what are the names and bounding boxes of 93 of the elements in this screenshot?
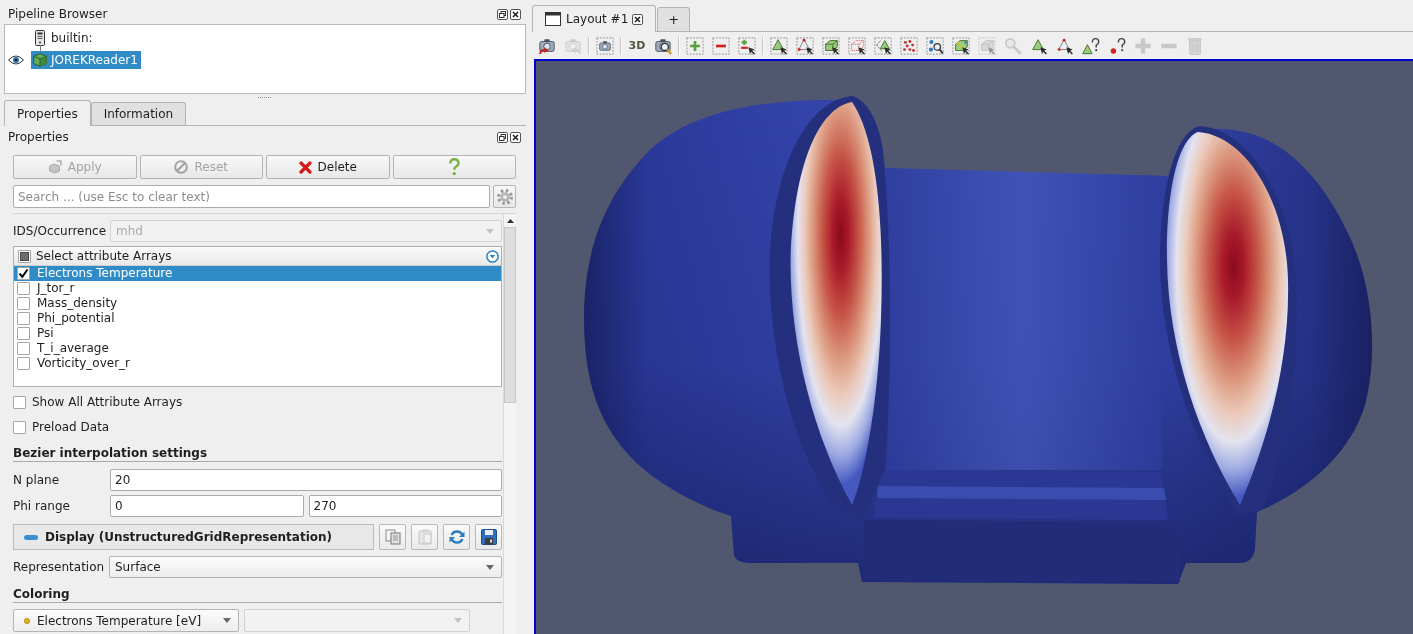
caret-icon [486, 228, 494, 234]
dots-icon[interactable] [900, 36, 918, 55]
triangle-pointer-icon[interactable] [1030, 36, 1048, 55]
gear-icon [496, 188, 513, 205]
caret-icon [223, 618, 231, 623]
section-heading: Coloring [13, 587, 70, 601]
save-icon [480, 529, 497, 545]
help-icon [448, 158, 461, 176]
view-mode-button[interactable]: 3D [625, 33, 649, 58]
representation-dropdown[interactable]: Surface [109, 556, 502, 578]
section-heading: Bezier interpolation settings [13, 446, 208, 460]
tab[interactable]: Information [90, 102, 187, 125]
apply-icon [47, 160, 62, 174]
circle-down-icon[interactable] [486, 249, 499, 263]
dot-icon [24, 617, 30, 624]
dash-icon [24, 534, 38, 540]
box-pointer-icon[interactable] [822, 36, 840, 55]
dots-magnifier-icon[interactable] [926, 36, 944, 55]
search-field[interactable]: Search ... (use Esc to clear text) [13, 185, 490, 208]
array-item[interactable]: Vorticity_over_r [14, 356, 501, 371]
camera-magnifier-icon[interactable] [654, 36, 672, 55]
close-icon[interactable] [510, 131, 521, 143]
clipboard-icon [416, 529, 433, 545]
float-icon[interactable] [497, 8, 508, 20]
cube-icon [33, 53, 47, 67]
triangle-pointer-icon[interactable] [770, 36, 788, 55]
checkbox[interactable] [17, 267, 30, 280]
close-icon[interactable] [510, 8, 521, 20]
copy-icon [384, 529, 401, 545]
field-label: N plane [13, 473, 61, 487]
checkbox[interactable] [18, 249, 31, 263]
reload-button[interactable] [443, 524, 470, 550]
coloring-dropdown[interactable]: Electrons Temperature [eV] [13, 609, 239, 632]
box-points-icon[interactable] [952, 36, 970, 55]
checkbox[interactable] [17, 327, 30, 340]
array-item[interactable]: Electrons Temperature [14, 266, 501, 281]
vertices-pointer-icon[interactable] [796, 36, 814, 55]
dot-question-icon[interactable] [1108, 36, 1126, 55]
checkbox[interactable] [17, 297, 30, 310]
close-icon[interactable] [632, 13, 644, 25]
array-item[interactable]: J_tor_r [14, 281, 501, 296]
tab[interactable]: Properties [4, 100, 91, 126]
vertices-pointer-icon[interactable] [1056, 36, 1074, 55]
section-toggle[interactable]: Display (UnstructuredGridRepresentation) [13, 524, 374, 550]
reset-icon [174, 160, 189, 174]
header-label: Select attribute Arrays [36, 249, 173, 263]
caret-icon [486, 564, 494, 570]
array-item[interactable]: Phi_potential [14, 311, 501, 326]
triangle-question-icon[interactable] [1082, 36, 1100, 55]
number-field[interactable]: 270 [308, 495, 502, 517]
array-item[interactable]: Mass_density [14, 296, 501, 311]
pipeline-item[interactable]: builtin: [31, 29, 96, 47]
camera-icon[interactable] [596, 36, 614, 55]
checkbox[interactable] [17, 312, 30, 325]
scrollbar[interactable] [503, 214, 516, 634]
save-button[interactable] [475, 524, 502, 550]
checkbox-label: Show All Attribute Arrays [32, 395, 183, 409]
field-label: Representation [13, 560, 106, 574]
checkbox[interactable] [13, 420, 26, 434]
layout-tab[interactable]: Layout #1 [532, 5, 657, 32]
reload-icon [448, 529, 465, 545]
dashed-plus-minus-icon[interactable] [738, 36, 756, 55]
delete-icon [298, 160, 312, 174]
number-field[interactable]: 0 [110, 495, 304, 517]
panel-title: Pipeline Browser [8, 7, 109, 21]
number-field[interactable]: 20 [110, 469, 502, 491]
triangle-polygon-icon[interactable] [874, 36, 892, 55]
dashed-minus-icon[interactable] [712, 36, 730, 55]
checkbox[interactable] [17, 357, 30, 370]
render-view[interactable] [534, 59, 1413, 634]
panel-title: Properties [8, 130, 70, 144]
scrollbar-thumb[interactable] [504, 227, 516, 403]
checkbox[interactable] [17, 282, 30, 295]
arrow-up-icon[interactable] [506, 218, 514, 223]
new-tab-button[interactable]: + [657, 7, 691, 31]
float-icon[interactable] [497, 131, 508, 143]
eye-icon[interactable] [8, 55, 24, 65]
server-icon [35, 30, 45, 46]
checkbox[interactable] [13, 395, 26, 409]
checkbox-label: Preload Data [32, 420, 110, 434]
settings-button[interactable] [493, 185, 516, 208]
window-icon [545, 12, 561, 26]
dotted-box-icon[interactable] [848, 36, 866, 55]
splitter-handle[interactable] [258, 96, 272, 98]
camera-undo-icon[interactable] [538, 36, 556, 55]
caret-icon [454, 618, 462, 623]
array-item[interactable]: Psi [14, 326, 501, 341]
field-label: IDS/Occurrence [13, 224, 108, 238]
delete-button[interactable]: Delete [266, 155, 390, 179]
dashed-plus-icon[interactable] [686, 36, 704, 55]
field-label: Phi range [13, 499, 71, 513]
checkbox[interactable] [17, 342, 30, 355]
array-item[interactable]: T_i_average [14, 341, 501, 356]
